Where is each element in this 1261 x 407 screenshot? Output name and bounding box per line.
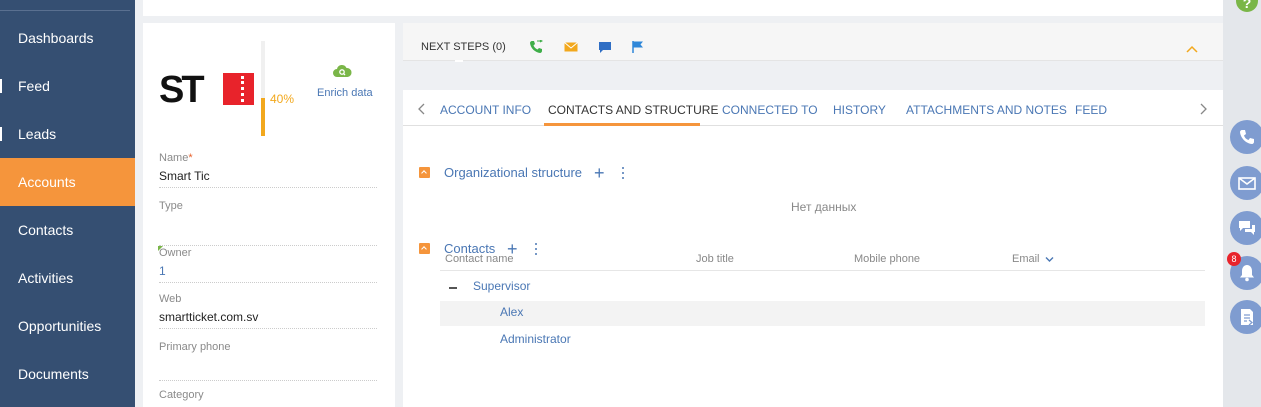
sidebar-item-label: Documents [18,366,89,382]
primary-phone-label: Primary phone [159,341,231,353]
logo-lettering: ST [159,69,205,111]
sidebar-item-dashboards[interactable]: Dashboards [0,14,135,62]
account-details-panel: NEXT STEPS (0) ACCOUNT INFO CONTACTS AND… [403,23,1223,407]
web-field[interactable]: Web smartticket.com.sv [159,293,377,329]
sidebar-item-accounts[interactable]: Accounts [0,158,135,206]
sidebar-marker [0,79,2,93]
notifications-count-badge: 8 [1227,252,1241,266]
messages-icon [1239,221,1255,235]
sidebar-item-contacts[interactable]: Contacts [0,206,135,254]
phone-call-icon[interactable] [529,40,543,54]
collapse-chevron-up-icon[interactable] [1186,45,1198,53]
primary-phone-field[interactable]: Primary phone [159,341,377,381]
sidebar-item-opportunities[interactable]: Opportunities [0,302,135,350]
type-value[interactable] [159,212,377,246]
sidebar-item-label: Activities [18,270,74,286]
profile-completeness-bar [261,41,265,136]
primary-phone-value[interactable] [159,353,377,381]
cloud-search-icon[interactable] [332,63,352,79]
org-structure-add-button[interactable]: + [594,164,605,182]
sidebar-item-label: Dashboards [18,30,94,46]
sidebar-item-leads[interactable]: Leads [0,110,135,158]
sidebar-divider [0,10,130,11]
account-logo[interactable]: ST [159,69,254,111]
envelope-icon [1238,177,1256,190]
email-rail-button[interactable] [1230,166,1261,200]
phone-icon [1240,130,1254,144]
table-row-contact-name[interactable]: Alex [500,305,523,319]
enrich-data-link[interactable]: Enrich data [317,87,373,99]
owner-label: Owner [159,247,192,259]
chevron-right-icon[interactable] [1198,103,1208,115]
tab-bar: ACCOUNT INFO CONTACTS AND STRUCTURE CONN… [403,90,1223,126]
account-profile-card: ST 40% Enrich data Name* Smart Tic Type … [143,23,395,407]
contacts-more-icon[interactable] [534,243,538,255]
chevron-left-icon[interactable] [417,103,427,115]
column-header-contact-name[interactable]: Contact name [445,253,513,265]
name-field[interactable]: Name* Smart Tic [159,152,377,188]
phone-rail-button[interactable] [1230,120,1261,154]
email-icon[interactable] [564,40,578,54]
tab-attachments-and-notes[interactable]: ATTACHMENTS AND NOTES [906,103,1067,117]
table-row-highlight[interactable] [440,301,1205,326]
active-tab-indicator [544,123,700,126]
web-label: Web [159,293,182,305]
logo-ticket-shape [223,73,254,105]
type-field[interactable]: Type [159,200,377,246]
table-header-divider [440,270,1205,271]
chat-icon[interactable] [598,40,612,54]
column-header-mobile-phone[interactable]: Mobile phone [854,253,920,265]
tab-content-card: ACCOUNT INFO CONTACTS AND STRUCTURE CONN… [403,90,1223,407]
category-field[interactable]: Category [159,389,377,401]
sidebar-item-label: Contacts [18,222,74,238]
org-structure-collapse-toggle[interactable] [419,167,430,178]
bell-icon [1240,265,1254,282]
panel-gap [403,62,1223,81]
next-steps-label: NEXT STEPS (0) [421,41,506,53]
category-label: Category [159,389,204,401]
web-value[interactable]: smartticket.com.sv [159,305,377,329]
communication-rail: ? 8 [1223,0,1261,407]
flag-icon[interactable] [631,40,645,54]
tab-feed[interactable]: FEED [1075,103,1107,117]
next-steps-bar: NEXT STEPS (0) [403,23,1223,61]
owner-value[interactable]: 1 [159,259,377,283]
group-row-administrator[interactable]: Administrator [500,332,571,346]
contacts-collapse-toggle[interactable] [419,243,430,254]
header-strip [143,0,1223,16]
tab-history[interactable]: HISTORY [833,103,886,117]
group-row-supervisor[interactable]: Supervisor [473,279,530,293]
profile-completeness-label: 40% [270,92,295,106]
sidebar-item-label: Accounts [18,174,76,190]
sidebar-item-label: Opportunities [18,318,102,334]
group-collapse-toggle[interactable] [449,287,457,289]
type-label: Type [159,200,183,212]
document-arrow-icon [1241,309,1254,326]
name-value[interactable]: Smart Tic [159,164,377,188]
chat-rail-button[interactable] [1230,211,1261,245]
column-header-email[interactable]: Email [1012,253,1040,265]
sidebar-item-activities[interactable]: Activities [0,254,135,302]
org-structure-title[interactable]: Organizational structure [444,165,582,180]
edit-marker [158,246,163,251]
profile-completeness-fill [261,98,265,136]
name-label: Name* [159,152,193,164]
tab-account-info[interactable]: ACCOUNT INFO [440,103,531,117]
sidebar-item-feed[interactable]: Feed [0,62,135,110]
column-header-job-title[interactable]: Job title [696,253,734,265]
help-button[interactable]: ? [1236,0,1258,12]
org-structure-empty-text: Нет данных [791,200,857,214]
sidebar: Dashboards Feed Leads Accounts Contacts … [0,0,135,407]
sidebar-item-documents[interactable]: Documents [0,350,135,398]
tab-contacts-and-structure[interactable]: CONTACTS AND STRUCTURE [548,103,718,117]
sidebar-item-label: Feed [18,78,50,94]
sort-chevron-down-icon[interactable] [1045,256,1054,263]
tasks-rail-button[interactable] [1230,300,1261,334]
tab-connected-to[interactable]: CONNECTED TO [722,103,818,117]
owner-field[interactable]: Owner 1 [158,246,377,283]
sidebar-item-label: Leads [18,126,57,142]
org-structure-more-icon[interactable] [621,167,625,179]
sidebar-marker [0,127,2,141]
